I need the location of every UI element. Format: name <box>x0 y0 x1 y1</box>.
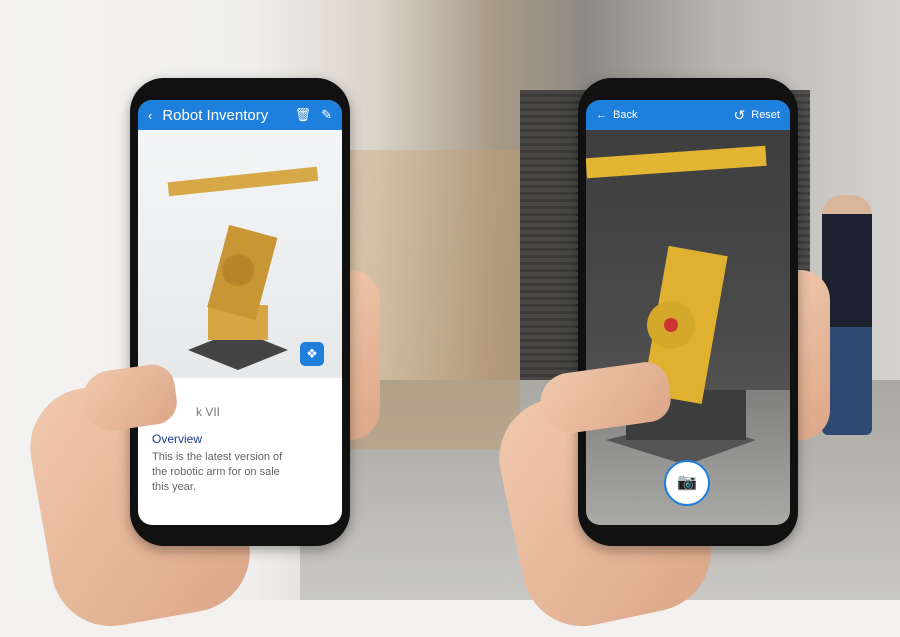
app-header: ‹ Robot Inventory 🗑 ✎ <box>138 100 342 130</box>
description: This is the latest version of the roboti… <box>152 451 283 493</box>
pencil-icon[interactable]: ✎ <box>321 107 332 123</box>
model-viewer[interactable]: ❖ <box>138 130 342 378</box>
undo-icon[interactable]: ↺ <box>734 107 746 124</box>
right-phone-screen: ← Back ↺ Reset 📷 <box>586 100 790 525</box>
left-phone: ‹ Robot Inventory 🗑 ✎ ❖ k VII Overview T… <box>130 78 350 546</box>
camera-icon: 📷 <box>677 474 697 491</box>
robot-arm-3d-model <box>167 166 319 370</box>
camera-capture-button[interactable]: 📷 <box>664 460 710 506</box>
reset-button[interactable]: Reset <box>751 109 780 121</box>
arrow-left-icon[interactable]: ← <box>596 109 607 121</box>
item-name: k VII <box>196 405 221 419</box>
back-button[interactable]: Back <box>613 109 734 121</box>
ar-cube-icon[interactable]: ❖ <box>300 342 324 366</box>
right-phone: ← Back ↺ Reset 📷 <box>578 78 798 546</box>
trash-icon[interactable]: 🗑 <box>295 107 312 123</box>
left-phone-screen: ‹ Robot Inventory 🗑 ✎ ❖ k VII Overview T… <box>138 100 342 525</box>
chevron-left-icon[interactable]: ‹ <box>148 108 152 123</box>
ar-header: ← Back ↺ Reset <box>586 100 790 130</box>
page-title: Robot Inventory <box>162 106 269 124</box>
section-title: Overview <box>152 432 203 446</box>
